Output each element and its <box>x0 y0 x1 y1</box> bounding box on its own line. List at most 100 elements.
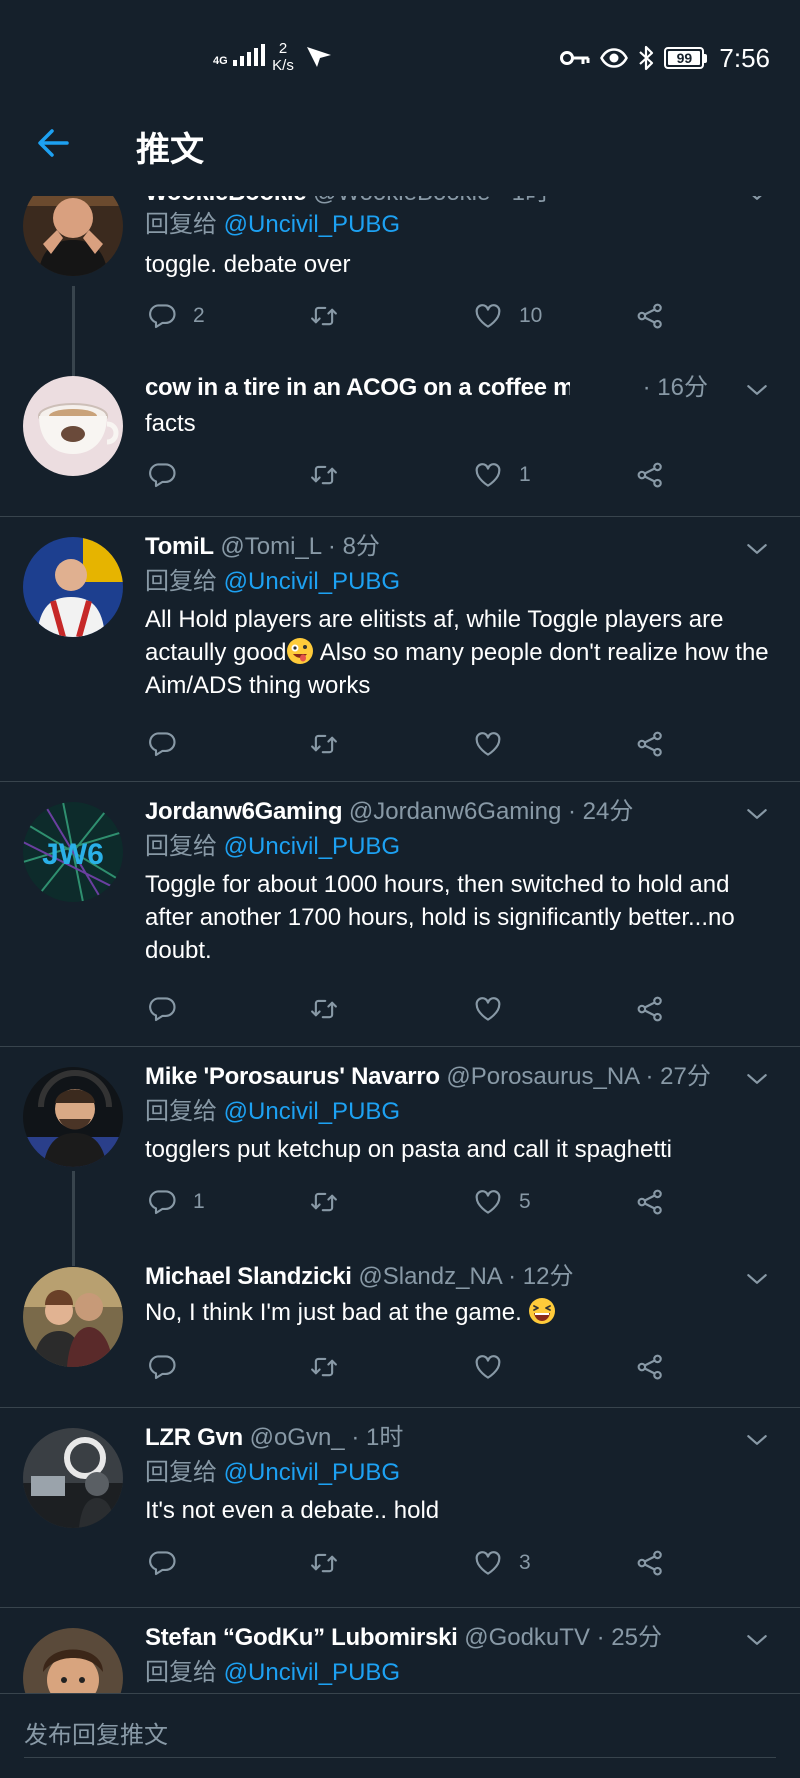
display-name[interactable]: Stefan “GodKu” Lubomirski <box>145 1624 458 1651</box>
like-button[interactable]: 3 <box>473 1547 531 1579</box>
display-name[interactable]: Mike 'Porosaurus' Navarro <box>145 1063 440 1090</box>
arrow-left-icon[interactable] <box>36 126 70 160</box>
tweet[interactable]: cow in a tire in an ACOG on a coffee mug… <box>0 336 800 512</box>
avatar[interactable] <box>23 196 123 276</box>
display-name[interactable]: WookieBookie <box>145 196 307 206</box>
avatar[interactable] <box>23 376 123 476</box>
chevron-down-icon[interactable] <box>744 801 770 827</box>
chevron-down-icon[interactable] <box>744 196 770 208</box>
avatar[interactable]: JW6 <box>23 802 123 902</box>
user-handle[interactable]: @GodkuTV <box>464 1624 590 1651</box>
tweet[interactable]: Stefan “GodKu” Lubomirski @GodkuTV · 25分… <box>0 1608 800 1693</box>
like-button[interactable]: 10 <box>473 300 542 332</box>
tweet-header: Jordanw6Gaming @Jordanw6Gaming · 24分 <box>145 797 710 827</box>
user-handle[interactable]: @oGvn_ <box>250 1424 345 1451</box>
battery-icon: 99 <box>664 47 708 69</box>
like-button[interactable]: 1 <box>473 459 531 491</box>
tweet[interactable]: LZR Gvn @oGvn_ · 1时 回复给 @Uncivil_PUBG It… <box>0 1408 800 1607</box>
chevron-down-icon[interactable] <box>744 536 770 562</box>
mention-link[interactable]: @Uncivil_PUBG <box>224 568 400 595</box>
user-handle[interactable]: @Porosaurus_NA <box>446 1063 638 1090</box>
cellular-signal-icon: 4G <box>213 44 265 67</box>
user-handle[interactable]: @WookieBookie <box>313 196 490 206</box>
chevron-down-icon[interactable] <box>744 1627 770 1653</box>
tweet-time: · 12分 <box>508 1263 574 1290</box>
tweet[interactable]: Michael Slandzicki @Slandz_NA · 12分 No, … <box>0 1247 800 1401</box>
user-handle[interactable]: @Tomi_L <box>220 533 321 560</box>
like-button[interactable]: 5 <box>473 1186 531 1218</box>
reply-button[interactable]: 2 <box>147 300 205 332</box>
chevron-down-icon[interactable] <box>744 1427 770 1453</box>
share-button[interactable] <box>635 1547 665 1579</box>
tweet-header: Mike 'Porosaurus' Navarro @Porosaurus_NA… <box>145 1062 710 1092</box>
tweet-actions <box>147 993 687 1025</box>
retweet-icon <box>309 1352 339 1382</box>
reply-button[interactable] <box>147 993 177 1025</box>
tweet[interactable]: JW6 Jordanw6Gaming @Jordanw6Gaming · 24分… <box>0 782 800 1046</box>
avatar[interactable] <box>23 1428 123 1528</box>
reply-button[interactable]: 1 <box>147 1186 205 1218</box>
retweet-button[interactable] <box>309 993 339 1025</box>
like-button[interactable] <box>473 728 503 760</box>
mention-link[interactable]: @Uncivil_PUBG <box>224 211 400 238</box>
reply-button[interactable] <box>147 1547 177 1579</box>
display-name[interactable]: TomiL <box>145 533 214 560</box>
reply-count: 2 <box>193 304 205 327</box>
avatar[interactable] <box>23 1067 123 1167</box>
chevron-down-icon[interactable] <box>744 377 770 403</box>
heart-icon <box>473 1548 503 1578</box>
avatar[interactable] <box>23 1267 123 1367</box>
retweet-button[interactable] <box>309 300 339 332</box>
retweet-button[interactable] <box>309 1547 339 1579</box>
retweet-button[interactable] <box>309 1351 339 1383</box>
heart-icon <box>473 301 503 331</box>
retweet-button[interactable] <box>309 728 339 760</box>
mention-link[interactable]: @Uncivil_PUBG <box>224 1659 400 1686</box>
tweet[interactable]: Mike 'Porosaurus' Navarro @Porosaurus_NA… <box>0 1047 800 1247</box>
reply-input-placeholder: 发布回复推文 <box>24 1722 168 1749</box>
mention-link[interactable]: @Uncivil_PUBG <box>224 1098 400 1125</box>
display-name[interactable]: Michael Slandzicki <box>145 1263 352 1290</box>
speech-bubble-icon <box>147 994 177 1024</box>
avatar[interactable] <box>23 537 123 637</box>
reply-button[interactable] <box>147 459 177 491</box>
tweet-time: · 25分 <box>596 1624 662 1651</box>
bluetooth-icon <box>639 45 654 71</box>
share-button[interactable] <box>635 1186 665 1218</box>
heart-icon <box>473 729 503 759</box>
speech-bubble-icon <box>147 1548 177 1578</box>
retweet-icon <box>309 729 339 759</box>
retweet-button[interactable] <box>309 1186 339 1218</box>
speech-bubble-icon <box>147 460 177 490</box>
retweet-button[interactable] <box>309 459 339 491</box>
share-button[interactable] <box>635 459 665 491</box>
laughing-face-emoji-icon <box>529 1298 556 1324</box>
share-button[interactable] <box>635 993 665 1025</box>
heart-icon <box>473 1187 503 1217</box>
share-button[interactable] <box>635 300 665 332</box>
mention-link[interactable]: @Uncivil_PUBG <box>224 1459 400 1486</box>
key-icon <box>560 51 590 65</box>
like-button[interactable] <box>473 1351 503 1383</box>
tweet-actions: 3 <box>147 1547 687 1579</box>
like-button[interactable] <box>473 993 503 1025</box>
chevron-down-icon[interactable] <box>744 1266 770 1292</box>
avatar[interactable] <box>23 1628 123 1693</box>
mention-link[interactable]: @Uncivil_PUBG <box>224 833 400 860</box>
reply-button[interactable] <box>147 1351 177 1383</box>
user-handle[interactable]: @Jordanw6Gaming <box>349 798 561 825</box>
reply-context: 回复给 @Uncivil_PUBG <box>145 833 401 860</box>
share-button[interactable] <box>635 1351 665 1383</box>
display-name[interactable]: cow in a tire in an ACOG on a coffee mug… <box>145 374 570 401</box>
chevron-down-icon[interactable] <box>744 1066 770 1092</box>
display-name[interactable]: Jordanw6Gaming <box>145 798 342 825</box>
tweet[interactable]: WookieBookie @WookieBookie · 1时 回复给 @Unc… <box>0 196 800 336</box>
reply-button[interactable] <box>147 728 177 760</box>
reply-count: 1 <box>193 1190 205 1213</box>
display-name[interactable]: LZR Gvn <box>145 1424 243 1451</box>
tweet[interactable]: TomiL @Tomi_L · 8分 回复给 @Uncivil_PUBG All… <box>0 517 800 781</box>
reply-input[interactable]: 发布回复推文 <box>24 1714 776 1758</box>
tweet-feed[interactable]: WookieBookie @WookieBookie · 1时 回复给 @Unc… <box>0 196 800 1693</box>
share-button[interactable] <box>635 728 665 760</box>
user-handle[interactable]: @Slandz_NA <box>358 1263 501 1290</box>
